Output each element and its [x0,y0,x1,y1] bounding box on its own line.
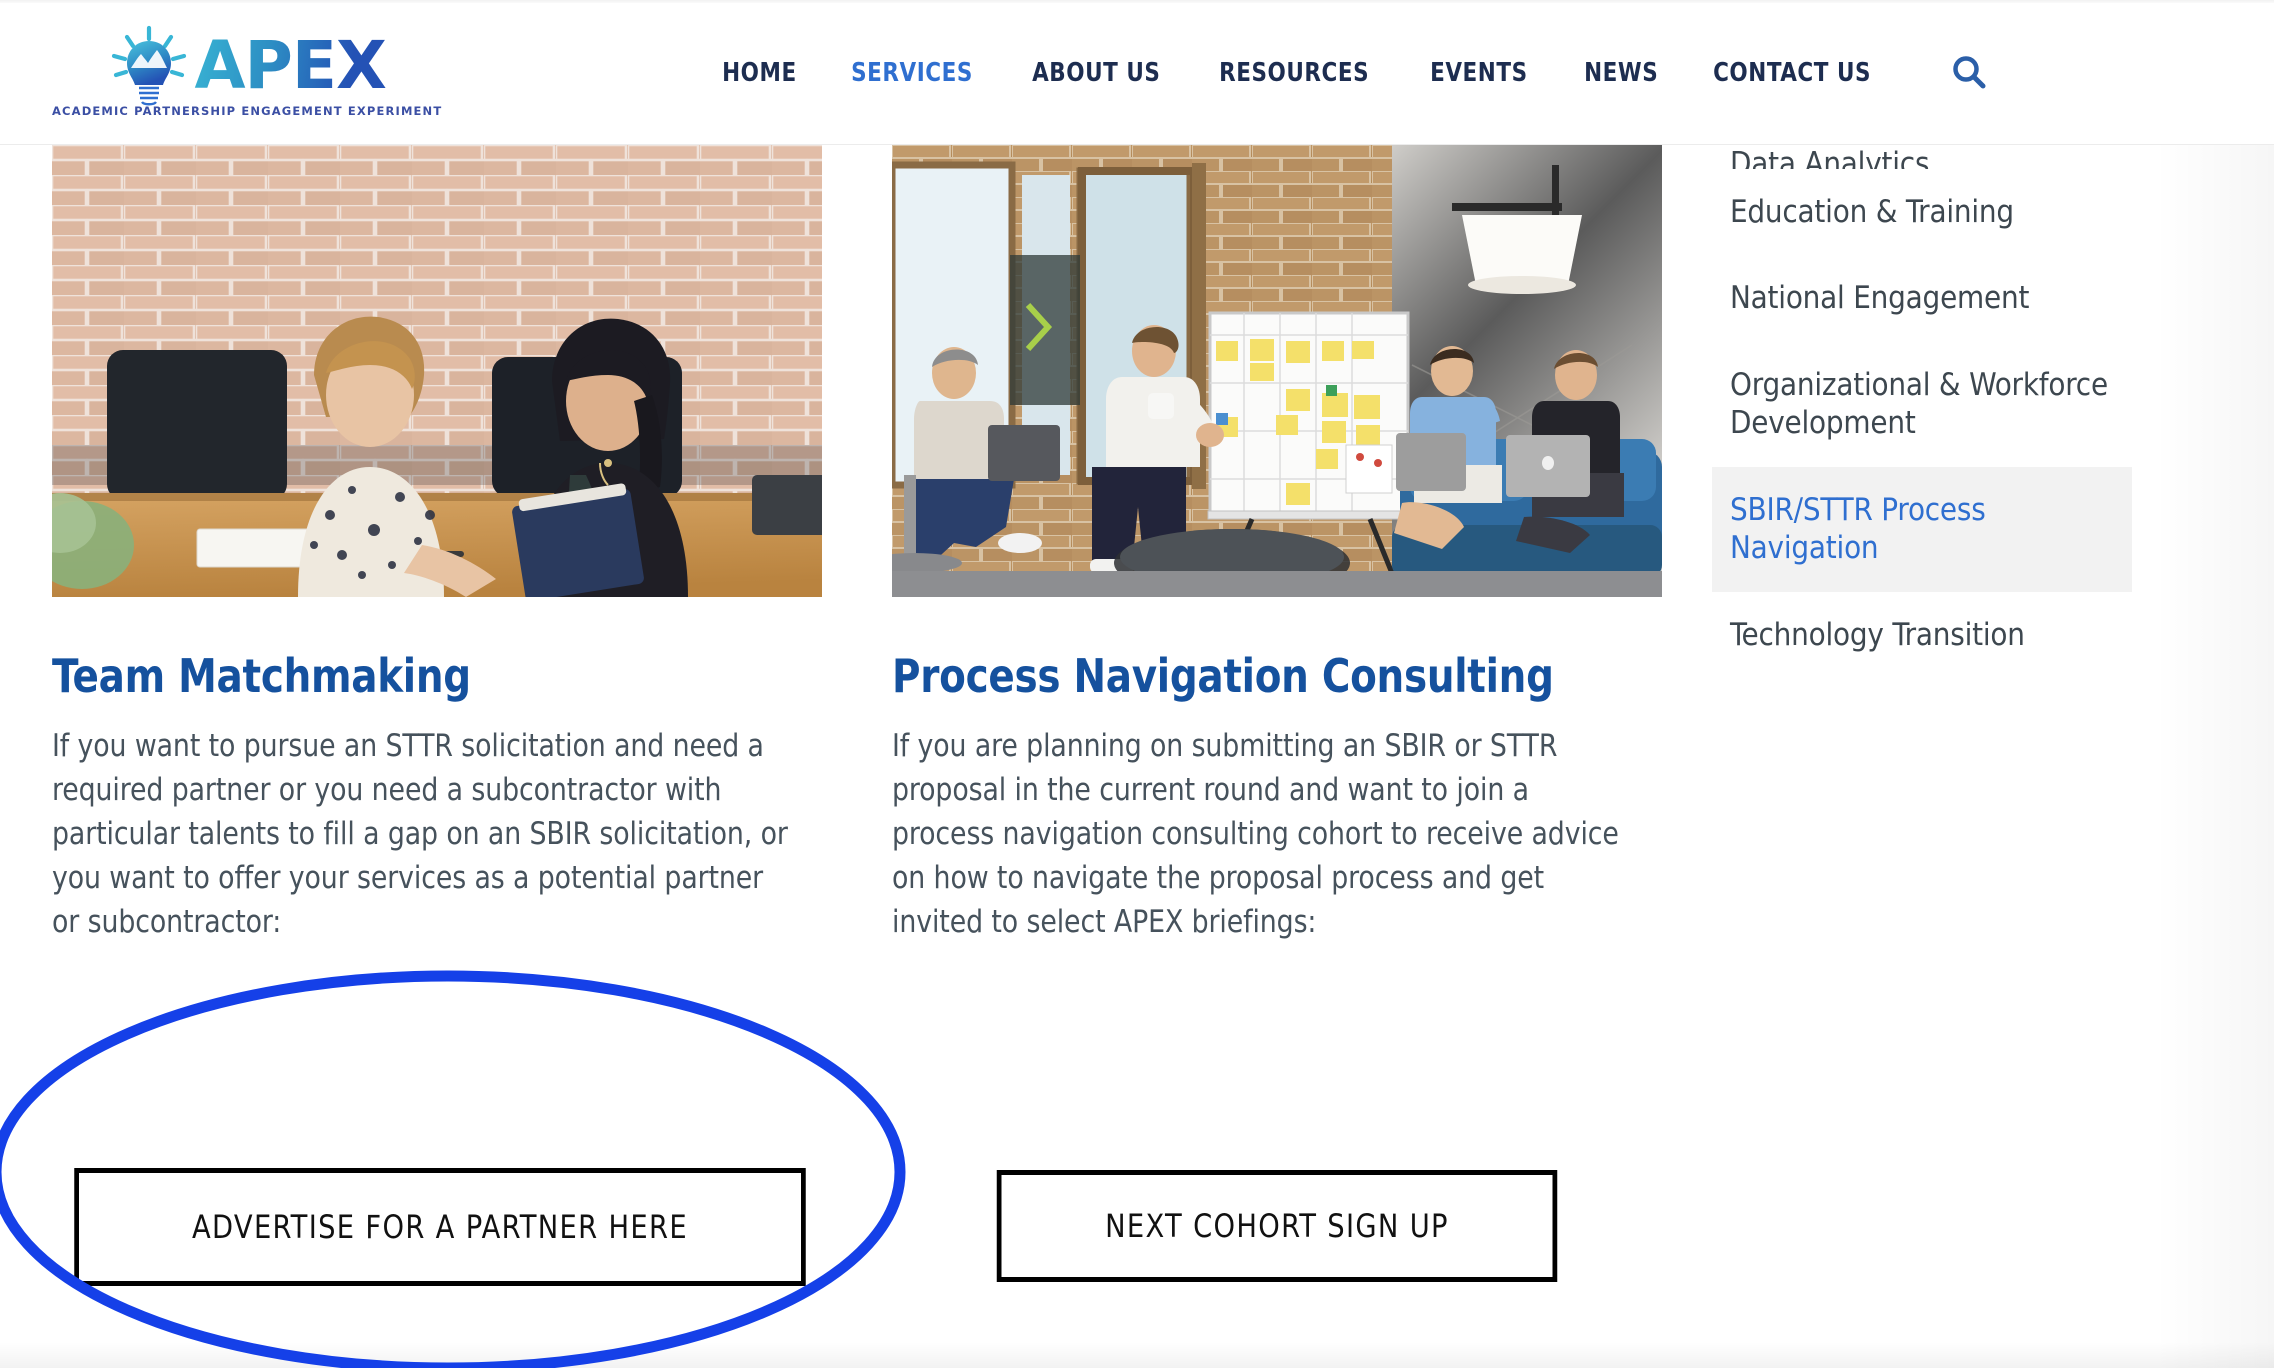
card-team-matchmaking: Team Matchmaking If you want to pursue a… [52,145,822,944]
nav-item-events[interactable]: EVENTS [1408,58,1550,88]
sidebar-item-national-engagement[interactable]: National Engagement [1730,255,2154,341]
main-navigation: HOME SERVICES ABOUT US RESOURCES EVENTS … [700,53,1989,93]
search-icon[interactable] [1949,53,1989,93]
logo-wordmark: APEX [194,27,386,104]
card-title-process-navigation: Process Navigation Consulting [892,649,1554,703]
nav-item-contact-us[interactable]: CONTACT US [1691,58,1893,88]
sidebar-item-data-analytics[interactable]: Data Analytics [1730,145,2154,169]
site-logo[interactable]: APEX ACADEMIC PARTNERSHIP ENGAGEMENT EXP… [52,25,442,118]
services-sidebar: Data Analytics Education & Training Nati… [1712,145,2154,678]
nav-item-services[interactable]: SERVICES [829,58,995,88]
nav-item-news[interactable]: NEWS [1562,58,1680,88]
sidebar-item-organizational-workforce-development[interactable]: Organizational & Workforce Development [1730,342,2154,467]
card-title-team-matchmaking: Team Matchmaking [52,649,471,703]
nav-item-resources[interactable]: RESOURCES [1197,58,1391,88]
google-form-note: You will navigate out of this website to… [892,1361,1662,1368]
logo-tagline: ACADEMIC PARTNERSHIP ENGAGEMENT EXPERIME… [52,104,443,118]
card-body-process-navigation: If you are planning on submitting an SBI… [892,728,1619,941]
team-whiteboard-meeting-photo [892,145,1662,597]
card-process-navigation-consulting: Process Navigation Consulting If you are… [892,145,1662,944]
site-header: APEX ACADEMIC PARTNERSHIP ENGAGEMENT EXP… [0,3,2274,145]
advertise-for-partner-button[interactable]: ADVERTISE FOR A PARTNER HERE [74,1168,806,1286]
two-women-meeting-at-table-photo [52,145,822,597]
sidebar-item-education-training[interactable]: Education & Training [1730,169,2154,255]
lightbulb-mountain-icon [108,25,190,107]
page-root: APEX ACADEMIC PARTNERSHIP ENGAGEMENT EXP… [0,0,2274,1368]
card-body-team-matchmaking: If you want to pursue an STTR solicitati… [52,728,788,941]
sidebar-item-sbir-sttr-process-navigation[interactable]: SBIR/STTR Process Navigation [1712,466,2132,592]
nav-item-about-us[interactable]: ABOUT US [1010,58,1183,88]
next-cohort-sign-up-button[interactable]: NEXT COHORT SIGN UP [996,1170,1558,1282]
sidebar-item-technology-transition[interactable]: Technology Transition [1730,592,2154,678]
nav-item-home[interactable]: HOME [700,58,819,88]
